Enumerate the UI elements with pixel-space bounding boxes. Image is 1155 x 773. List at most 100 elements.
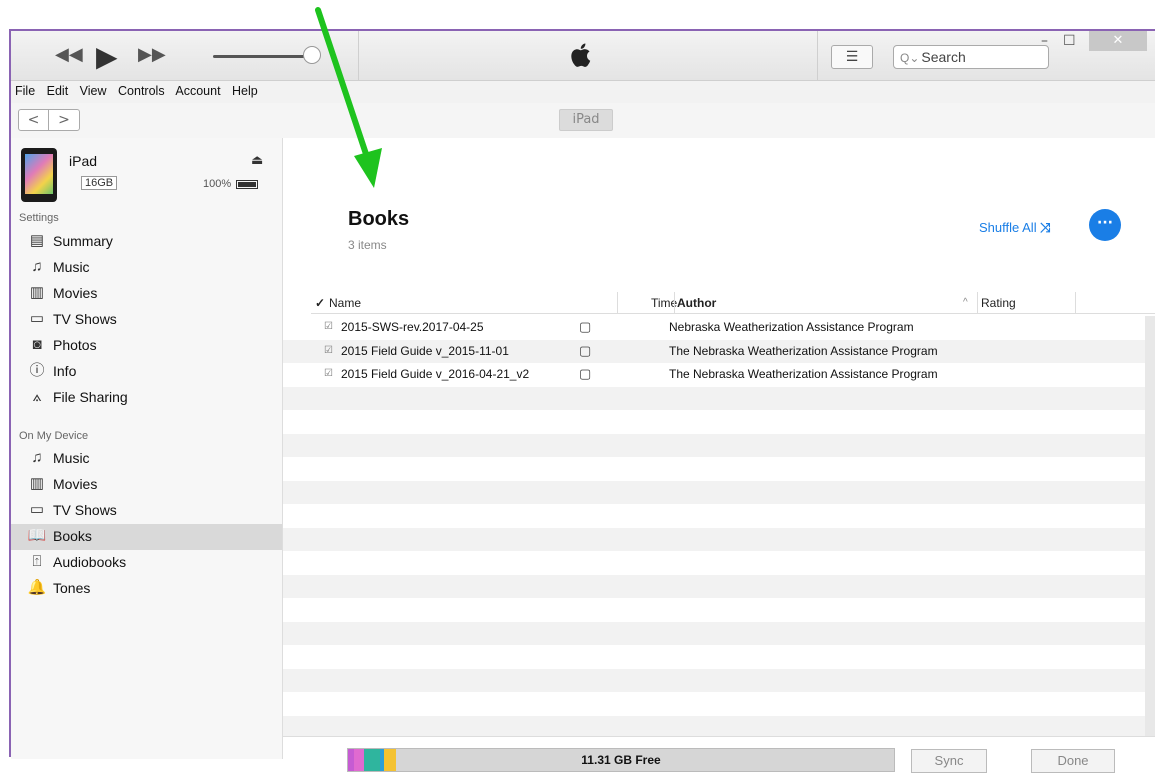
empty-row — [283, 433, 1145, 457]
tv-icon: ▭ — [29, 501, 45, 518]
sidebar-item-device-movies[interactable]: ▥ Movies — [11, 472, 282, 498]
player-bar: ◀◀ ▶ ▶▶ ☰ Q⌄ Search – ☐ ✕ — [11, 31, 1155, 81]
sidebar-item-label: Info — [53, 363, 77, 379]
vertical-scrollbar[interactable] — [1145, 316, 1155, 736]
forward-button[interactable]: > — [49, 110, 79, 130]
book-file-icon: ▢ — [579, 342, 592, 358]
sidebar-item-file-sharing[interactable]: ⟑ File Sharing — [11, 385, 282, 411]
more-options-button[interactable]: ··· — [1089, 209, 1121, 241]
sidebar-item-label: Movies — [53, 476, 98, 492]
menu-controls[interactable]: Controls — [118, 84, 165, 98]
music-note-icon: ♫ — [31, 258, 43, 275]
storage-capacity-bar: 11.31 GB Free — [347, 748, 895, 772]
apple-logo-icon — [571, 43, 591, 67]
lcd-divider-left — [358, 31, 359, 81]
book-name: 2015-SWS-rev.2017-04-25 — [341, 320, 484, 334]
book-name: 2015 Field Guide v_2015-11-01 — [341, 343, 509, 358]
minimize-icon[interactable]: – — [1041, 33, 1048, 49]
sidebar-item-label: Audiobooks — [53, 554, 127, 570]
sync-button[interactable]: Sync — [911, 749, 987, 773]
shuffle-all-button[interactable]: Shuffle All ⤨ — [979, 220, 1051, 236]
check-column-header[interactable]: ✓ — [315, 296, 325, 310]
page-title: Books — [348, 208, 410, 230]
books-table-body: ☑ 2015-SWS-rev.2017-04-25 ▢ Nebraska Wea… — [283, 316, 1145, 739]
navigation-row: < > iPad — [11, 103, 1155, 138]
bell-icon: 🔔 — [27, 579, 47, 596]
sidebar-item-label: TV Shows — [53, 502, 117, 518]
maximize-icon[interactable]: ☐ — [1063, 33, 1076, 49]
empty-row — [283, 692, 1145, 716]
menu-file[interactable]: File — [15, 84, 35, 98]
row-checkbox[interactable]: ☑ — [324, 345, 333, 356]
book-name: 2015 Field Guide v_2016-04-21_v2 — [341, 367, 530, 381]
book-author: Nebraska Weatherization Assistance Progr… — [669, 320, 914, 334]
back-button[interactable]: < — [19, 110, 49, 130]
done-button[interactable]: Done — [1031, 749, 1115, 773]
battery-icon — [236, 180, 258, 189]
table-row[interactable]: ☑ 2015 Field Guide v_2015-11-01 ▢ The Ne… — [283, 339, 1145, 363]
search-placeholder: Search — [921, 49, 966, 65]
sidebar-item-label: Music — [53, 450, 90, 466]
column-divider[interactable] — [674, 292, 675, 314]
sidebar-item-summary[interactable]: ▤ Summary — [11, 229, 282, 255]
device-tab[interactable]: iPad — [559, 109, 613, 131]
sidebar-item-books[interactable]: 📖 Books — [11, 524, 282, 550]
sidebar-item-label: Books — [53, 528, 92, 544]
empty-row — [283, 480, 1145, 504]
main-content: Books 3 items Shuffle All ⤨ ··· ✓ Name T… — [283, 138, 1155, 773]
empty-row — [283, 645, 1145, 669]
sidebar-item-label: Tones — [53, 580, 91, 596]
music-note-icon: ♫ — [31, 449, 43, 466]
sidebar-item-movies[interactable]: ▥ Movies — [11, 281, 282, 307]
column-divider[interactable] — [977, 292, 978, 314]
item-count: 3 items — [348, 238, 387, 252]
author-column-header[interactable]: Author — [677, 296, 716, 310]
empty-row — [283, 386, 1145, 410]
camera-icon: ◙ — [32, 336, 42, 353]
info-icon: ⓘ — [29, 362, 45, 379]
row-checkbox[interactable]: ☑ — [324, 368, 333, 379]
play-icon[interactable]: ▶ — [96, 40, 118, 73]
volume-knob[interactable] — [303, 46, 321, 64]
menu-account[interactable]: Account — [175, 84, 220, 98]
empty-row — [283, 668, 1145, 692]
sidebar-item-photos[interactable]: ◙ Photos — [11, 333, 282, 359]
search-field[interactable]: Q⌄ Search — [893, 45, 1049, 69]
sidebar-item-info[interactable]: ⓘ Info — [11, 359, 282, 385]
volume-slider[interactable] — [213, 55, 313, 58]
sidebar-item-device-tv-shows[interactable]: ▭ TV Shows — [11, 498, 282, 524]
menu-edit[interactable]: Edit — [47, 84, 69, 98]
list-view-button[interactable]: ☰ — [831, 45, 873, 69]
rating-column-header[interactable]: Rating — [981, 296, 1016, 310]
table-row[interactable]: ☑ 2015 Field Guide v_2016-04-21_v2 ▢ The… — [283, 363, 1145, 387]
sidebar-item-music[interactable]: ♫ Music — [11, 255, 282, 281]
summary-icon: ▤ — [29, 232, 45, 249]
tv-icon: ▭ — [29, 310, 45, 327]
sidebar: iPad ⏏ 16GB 100% Settings ▤ Summary ♫ Mu… — [11, 138, 283, 759]
column-divider[interactable] — [1075, 292, 1076, 314]
sidebar-item-audiobooks[interactable]: ⍐ Audiobooks — [11, 550, 282, 576]
book-file-icon: ▢ — [579, 319, 592, 334]
film-icon: ▥ — [29, 284, 45, 301]
column-divider[interactable] — [617, 292, 618, 314]
close-button[interactable]: ✕ — [1089, 31, 1147, 51]
menu-help[interactable]: Help — [232, 84, 258, 98]
previous-track-icon[interactable]: ◀◀ — [55, 44, 83, 65]
sidebar-item-label: Movies — [53, 285, 98, 301]
name-column-header[interactable]: Name — [329, 296, 361, 310]
row-checkbox[interactable]: ☑ — [324, 321, 333, 332]
device-name: iPad — [69, 153, 98, 169]
empty-row — [283, 574, 1145, 598]
menu-bar: File Edit View Controls Account Help — [11, 81, 1155, 103]
eject-icon[interactable]: ⏏ — [251, 152, 263, 168]
book-author: The Nebraska Weatherization Assistance P… — [669, 367, 938, 381]
table-row[interactable]: ☑ 2015-SWS-rev.2017-04-25 ▢ Nebraska Wea… — [283, 316, 1145, 340]
sidebar-item-tv-shows[interactable]: ▭ TV Shows — [11, 307, 282, 333]
empty-row — [283, 410, 1145, 434]
audiobook-icon: ⍐ — [32, 553, 42, 570]
next-track-icon[interactable]: ▶▶ — [138, 44, 166, 65]
menu-view[interactable]: View — [80, 84, 107, 98]
sidebar-item-device-music[interactable]: ♫ Music — [11, 446, 282, 472]
sidebar-item-label: Music — [53, 259, 90, 275]
sidebar-item-tones[interactable]: 🔔 Tones — [11, 576, 282, 602]
